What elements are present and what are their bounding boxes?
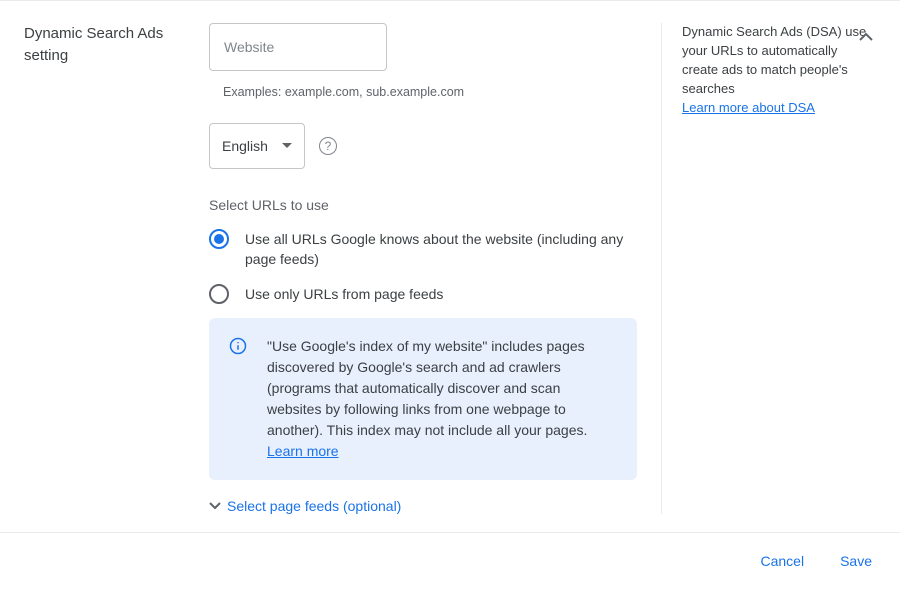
radio-use-all-urls[interactable]: Use all URLs Google knows about the webs…	[209, 229, 637, 270]
radio-label: Use only URLs from page feeds	[245, 284, 443, 304]
caret-down-icon	[282, 143, 292, 149]
footer-actions: Cancel Save	[0, 533, 900, 589]
radio-icon	[209, 229, 229, 249]
side-help-column: Dynamic Search Ads (DSA) use your URLs t…	[661, 23, 876, 514]
info-text: "Use Google's index of my website" inclu…	[267, 338, 587, 438]
urls-label: Select URLs to use	[209, 197, 637, 213]
language-select[interactable]: English	[209, 123, 305, 169]
side-learn-more-link[interactable]: Learn more about DSA	[682, 100, 815, 115]
dsa-settings-panel: Dynamic Search Ads setting Examples: exa…	[0, 0, 900, 533]
section-title-column: Dynamic Search Ads setting	[24, 23, 209, 514]
settings-form: Examples: example.com, sub.example.com E…	[209, 23, 661, 514]
info-text-block: "Use Google's index of my website" inclu…	[267, 336, 612, 462]
radio-icon	[209, 284, 229, 304]
expand-label: Select page feeds (optional)	[227, 498, 401, 514]
help-icon[interactable]: ?	[319, 137, 337, 155]
collapse-panel-button[interactable]	[852, 23, 880, 51]
side-help-text: Dynamic Search Ads (DSA) use your URLs t…	[682, 23, 876, 98]
info-box: "Use Google's index of my website" inclu…	[209, 318, 637, 480]
info-icon	[229, 337, 247, 355]
radio-label: Use all URLs Google knows about the webs…	[245, 229, 625, 270]
section-title: Dynamic Search Ads setting	[24, 23, 209, 67]
chevron-down-icon	[209, 502, 221, 510]
language-value: English	[222, 138, 268, 154]
website-input[interactable]	[209, 23, 387, 71]
url-radio-group: Use all URLs Google knows about the webs…	[209, 229, 637, 304]
save-button[interactable]: Save	[836, 547, 876, 575]
radio-use-page-feeds[interactable]: Use only URLs from page feeds	[209, 284, 637, 304]
cancel-button[interactable]: Cancel	[756, 547, 808, 575]
info-learn-more-link[interactable]: Learn more	[267, 443, 339, 459]
language-row: English ?	[209, 123, 637, 169]
website-helper-text: Examples: example.com, sub.example.com	[223, 85, 637, 99]
select-page-feeds-toggle[interactable]: Select page feeds (optional)	[209, 498, 637, 514]
